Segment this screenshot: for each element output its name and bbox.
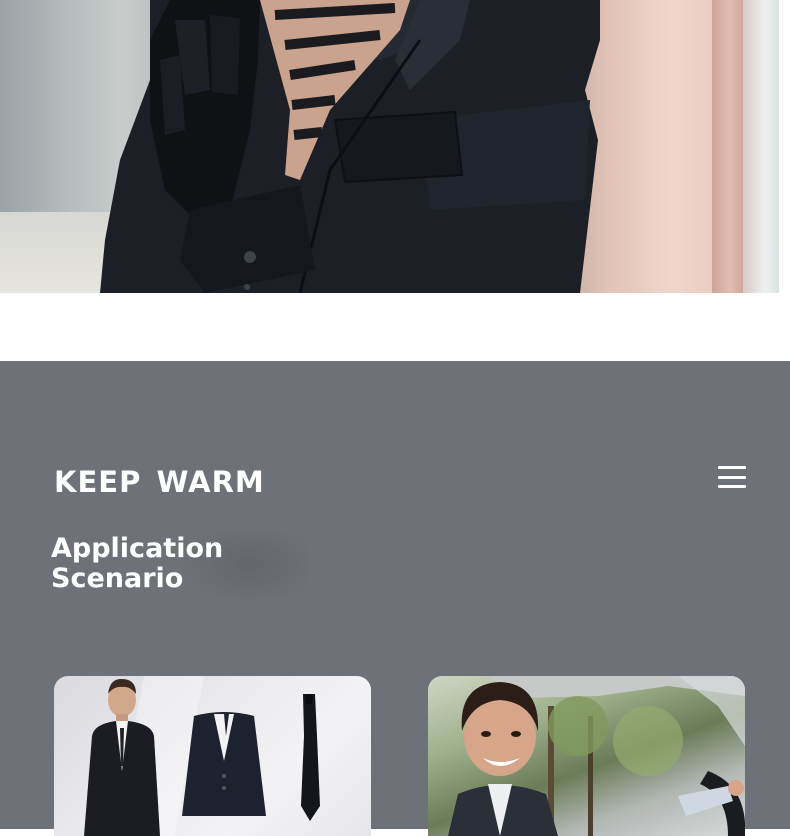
section-title-line2: Scenario xyxy=(51,563,184,594)
scenario-card-driving[interactable] xyxy=(428,676,745,836)
hero-figure-illustration xyxy=(100,0,600,293)
menu-line-middle xyxy=(718,475,746,479)
hamburger-menu-icon[interactable] xyxy=(716,463,748,491)
suit-and-tie-image xyxy=(84,676,320,836)
scenario-card-business[interactable] xyxy=(54,676,371,836)
man-driving-car-image xyxy=(448,676,745,836)
menu-line-bottom xyxy=(718,485,746,488)
menu-line-top xyxy=(718,466,746,469)
section-title-line1: Application xyxy=(51,533,224,564)
keep-warm-panel: KEEP WARM Application Scenario xyxy=(0,361,790,836)
brand-title: KEEP WARM xyxy=(54,465,265,499)
hero-image xyxy=(0,0,779,293)
hero-right-gutter xyxy=(779,0,790,293)
section-title: Application Scenario xyxy=(51,534,311,594)
